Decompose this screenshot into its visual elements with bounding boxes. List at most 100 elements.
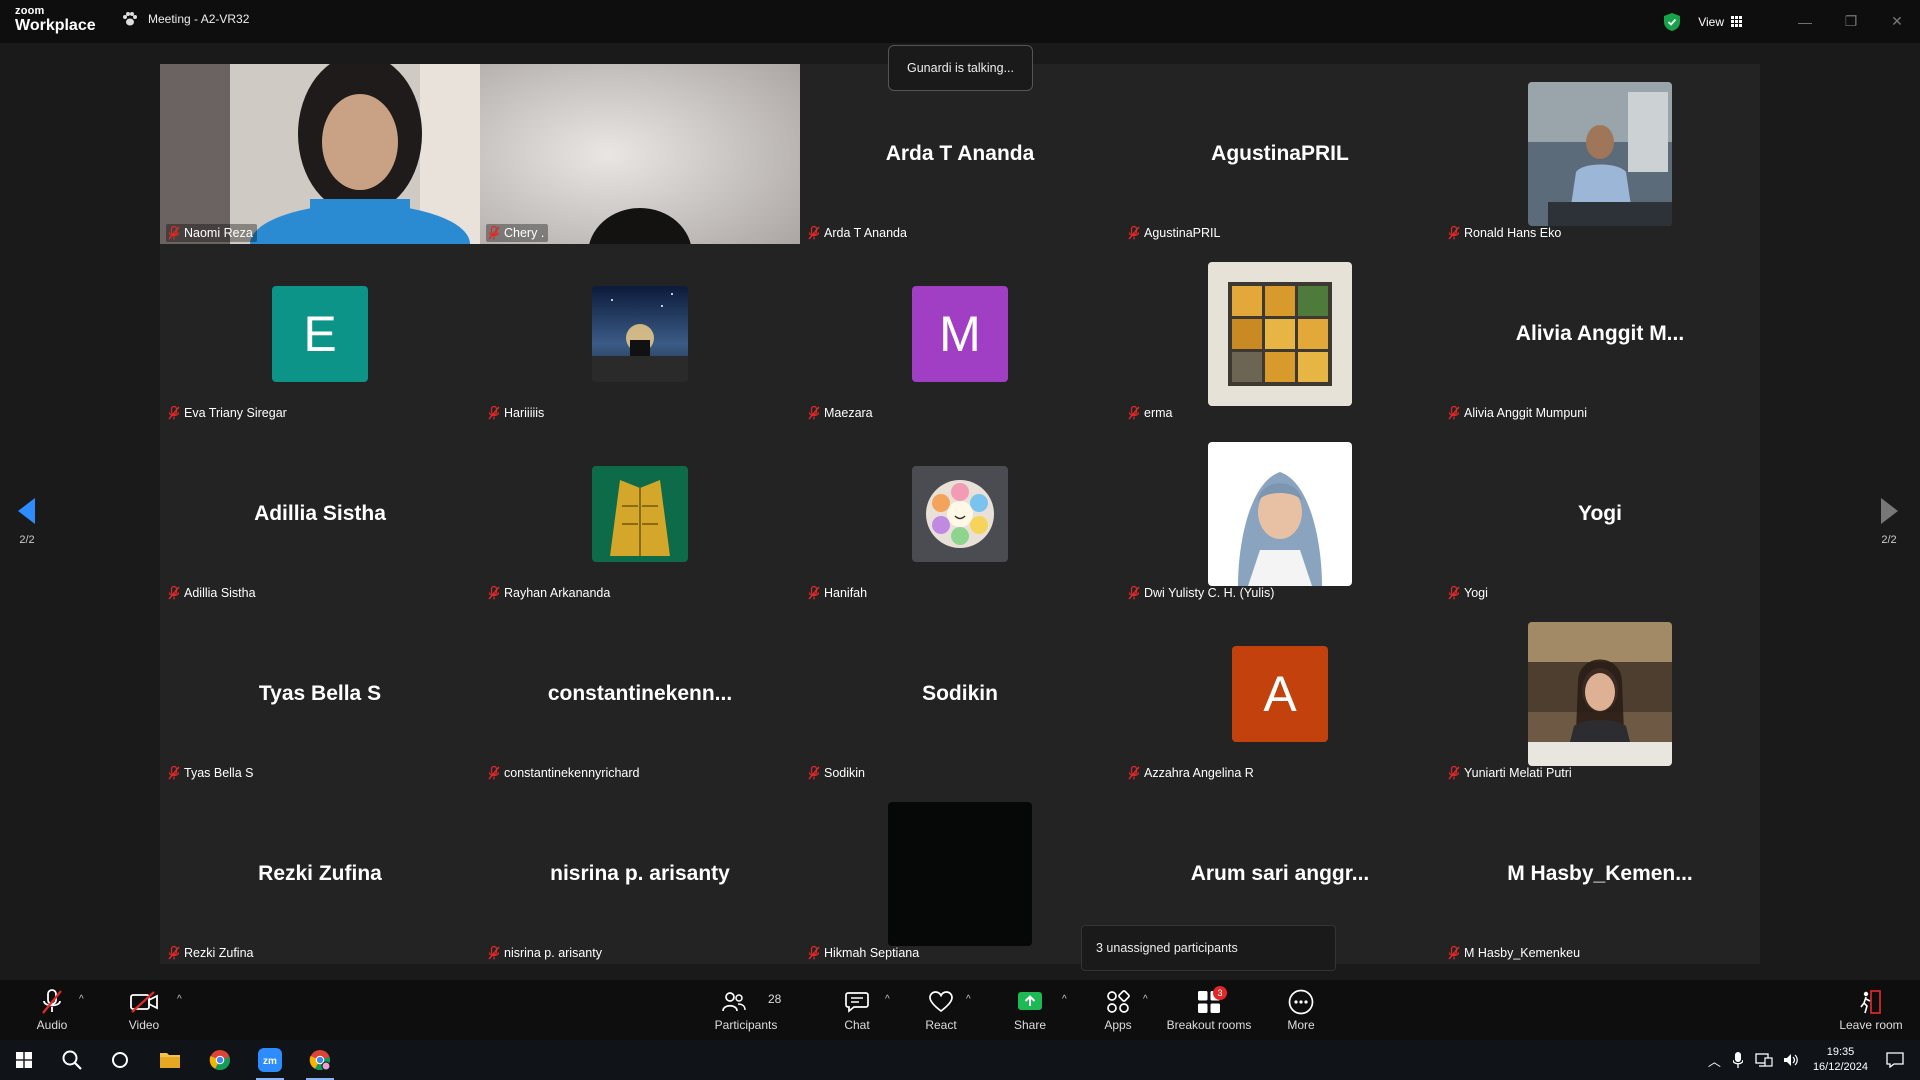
participant-name: Rezki Zufina [184, 946, 254, 960]
profile-picture [1208, 262, 1352, 406]
react-options-caret-icon[interactable]: ^ [966, 994, 971, 1005]
leave-room-button[interactable]: Leave room [1838, 980, 1904, 1040]
share-button[interactable]: Share [1010, 980, 1050, 1040]
clock-time: 19:35 [1826, 1046, 1855, 1058]
participant-name: Chery . [504, 226, 545, 240]
title-bar: zoom Workplace Meeting - A2-VR32 View — … [0, 0, 1920, 43]
paw-icon [123, 12, 137, 26]
meeting-title[interactable]: Meeting - A2-VR32 [122, 12, 249, 26]
participant-tile[interactable]: Hanifah [800, 424, 1120, 604]
participant-name: Azzahra Angelina R [1144, 766, 1254, 780]
video-options-caret-icon[interactable]: ^ [177, 994, 182, 1005]
start-button[interactable] [0, 1040, 48, 1080]
profile-picture [912, 466, 1008, 562]
previous-page-button[interactable]: 2/2 [18, 498, 36, 546]
participant-tile[interactable]: Alivia Anggit M... Alivia Anggit Mumpuni [1440, 244, 1760, 424]
profile-picture [888, 802, 1032, 946]
mic-muted-icon [168, 946, 180, 960]
participant-tile[interactable]: A Azzahra Angelina R [1120, 604, 1440, 784]
chat-button[interactable]: Chat [837, 980, 877, 1040]
participant-name-label: erma [1126, 404, 1176, 422]
participant-name: Dwi Yulisty C. H. (Yulis) [1144, 586, 1275, 600]
participant-name: Alivia Anggit Mumpuni [1464, 406, 1587, 420]
participant-tile[interactable]: erma [1120, 244, 1440, 424]
react-label: React [925, 1018, 957, 1032]
mic-muted-icon [808, 946, 820, 960]
zoom-logo: zoom Workplace [15, 6, 96, 34]
participant-name: Yogi [1464, 586, 1488, 600]
next-page-button[interactable]: 2/2 [1880, 498, 1898, 546]
participant-tile[interactable]: Yuniarti Melati Putri [1440, 604, 1760, 784]
mic-muted-icon [1448, 406, 1460, 420]
chrome-taskbar[interactable] [196, 1040, 244, 1080]
windows-taskbar: zm ︿ 19:35 16/12/2024 [0, 1040, 1920, 1080]
participant-tile[interactable]: Naomi Reza [160, 64, 480, 244]
participants-button[interactable]: 28 Participants [710, 980, 782, 1040]
restore-button[interactable]: ❐ [1828, 0, 1874, 43]
participant-tile[interactable]: Hikmah Septiana [800, 784, 1120, 964]
unassigned-participants-popup[interactable]: 3 unassigned participants [1081, 925, 1336, 971]
more-button[interactable]: More [1281, 980, 1321, 1040]
participant-tile[interactable]: M Maezara [800, 244, 1120, 424]
participant-tile[interactable]: Ronald Hans Eko [1440, 64, 1760, 244]
participant-tile[interactable]: AgustinaPRIL AgustinaPRIL [1120, 64, 1440, 244]
participant-tile[interactable]: Rezki Zufina Rezki Zufina [160, 784, 480, 964]
notifications-icon[interactable] [1886, 1052, 1904, 1068]
task-view-button[interactable] [96, 1040, 144, 1080]
microphone-tray-icon[interactable] [1732, 1052, 1743, 1068]
participant-name: Arda T Ananda [824, 226, 907, 240]
participant-tile[interactable]: E Eva Triany Siregar [160, 244, 480, 424]
mic-muted-icon [488, 226, 500, 240]
profile-picture [1528, 622, 1672, 766]
participant-tile[interactable]: Rayhan Arkananda [480, 424, 800, 604]
chat-options-caret-icon[interactable]: ^ [885, 994, 890, 1005]
audio-button[interactable]: Audio [30, 980, 74, 1040]
participant-name-label: Sodikin [806, 764, 869, 782]
share-screen-icon [1018, 992, 1042, 1010]
share-options-caret-icon[interactable]: ^ [1062, 994, 1067, 1005]
participant-tile[interactable]: Dwi Yulisty C. H. (Yulis) [1120, 424, 1440, 604]
mic-muted-icon [808, 766, 820, 780]
participant-name-label: Adillia Sistha [166, 584, 260, 602]
participant-tile[interactable]: Hariiiiis [480, 244, 800, 424]
network-icon[interactable] [1755, 1053, 1773, 1067]
participant-display-name: Alivia Anggit M... [1515, 322, 1685, 345]
video-button[interactable]: Video [124, 980, 164, 1040]
participant-tile[interactable]: nisrina p. arisanty nisrina p. arisanty [480, 784, 800, 964]
participant-tile[interactable]: Chery . [480, 64, 800, 244]
clock[interactable]: 19:35 16/12/2024 [1813, 1045, 1868, 1075]
participant-tile[interactable]: M Hasby_Kemen... M Hasby_Kemenkeu [1440, 784, 1760, 964]
view-button[interactable]: View [1698, 15, 1742, 29]
volume-icon[interactable] [1783, 1053, 1799, 1067]
chat-label: Chat [844, 1018, 870, 1032]
svg-text:zm: zm [263, 1056, 277, 1067]
zoom-taskbar[interactable]: zm [246, 1040, 294, 1080]
participant-tile[interactable]: Tyas Bella S Tyas Bella S [160, 604, 480, 784]
share-label: Share [1013, 1018, 1047, 1032]
search-button[interactable] [48, 1040, 96, 1080]
participant-tile[interactable]: Arda T Ananda Arda T Ananda [800, 64, 1120, 244]
mic-muted-icon [1128, 226, 1140, 240]
video-feed [480, 64, 800, 244]
apps-button[interactable]: Apps [1098, 980, 1138, 1040]
mic-muted-icon [1128, 586, 1140, 600]
minimize-button[interactable]: — [1782, 0, 1828, 43]
mic-muted-icon [168, 406, 180, 420]
file-explorer-taskbar[interactable] [146, 1040, 194, 1080]
chrome-profile-taskbar[interactable] [296, 1040, 344, 1080]
breakout-rooms-button[interactable]: 3 Breakout rooms [1164, 980, 1254, 1040]
react-button[interactable]: React [921, 980, 961, 1040]
participant-tile[interactable]: constantinekenn... constantinekennyrichar… [480, 604, 800, 784]
talking-indicator: Gunardi is talking... [888, 45, 1033, 91]
participant-tile[interactable]: Yogi Yogi [1440, 424, 1760, 604]
close-button[interactable]: ✕ [1874, 0, 1920, 43]
participant-tile[interactable]: Sodikin Sodikin [800, 604, 1120, 784]
security-shield-icon[interactable] [1664, 12, 1681, 31]
participant-name-label: Ronald Hans Eko [1446, 224, 1565, 242]
tray-chevron-icon[interactable]: ︿ [1708, 1051, 1721, 1070]
participant-display-name: Arda T Ananda [885, 142, 1035, 165]
apps-options-caret-icon[interactable]: ^ [1143, 994, 1148, 1005]
participant-tile[interactable]: Adillia Sistha Adillia Sistha [160, 424, 480, 604]
breakout-label: Breakout rooms [1166, 1018, 1252, 1032]
audio-options-caret-icon[interactable]: ^ [79, 994, 84, 1005]
